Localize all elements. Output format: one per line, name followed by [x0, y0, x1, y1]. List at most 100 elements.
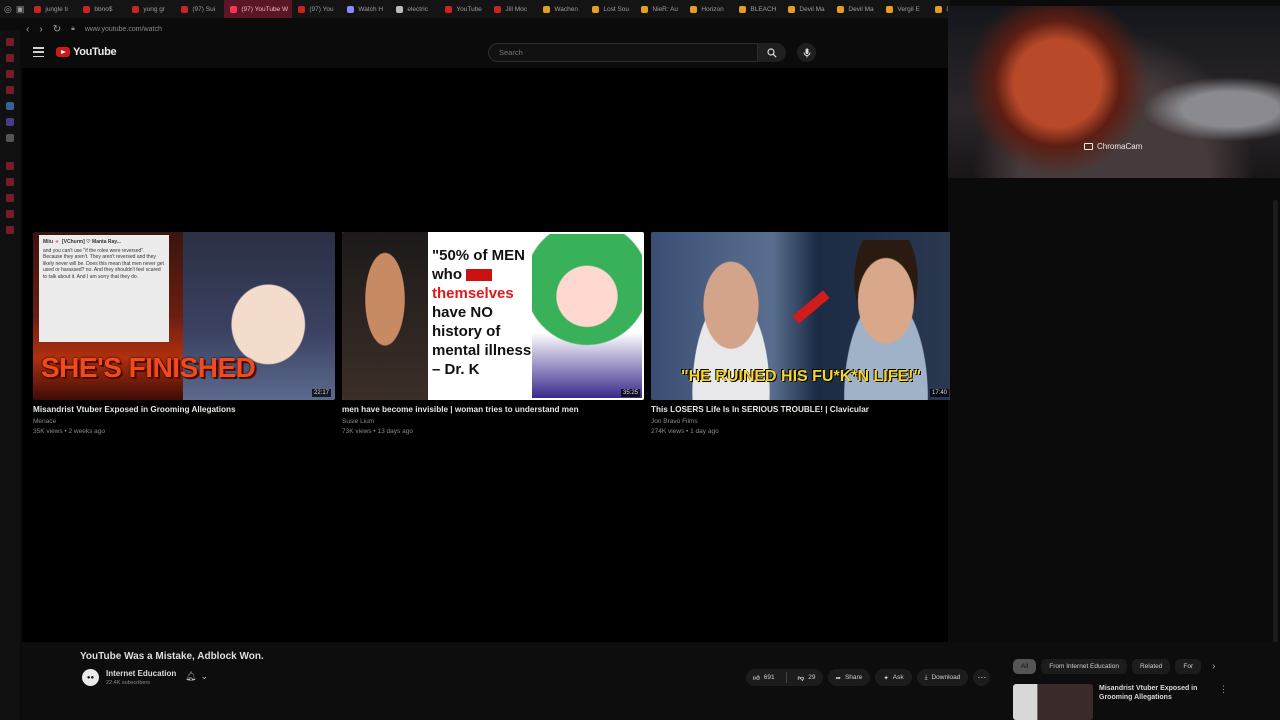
end-screen-video-3[interactable]: "HE RUINED HIS FU*K*N LIFE!" 17:40 This … [651, 232, 953, 436]
browser-tab[interactable]: Vergil E [880, 0, 929, 18]
sidebar-icon-clock[interactable] [6, 194, 14, 202]
channel-name[interactable]: Susie Lium [342, 417, 644, 427]
browser-tab[interactable]: bbno$ [77, 0, 126, 18]
tab-favicon-icon [739, 5, 747, 13]
video-title[interactable]: This LOSERS Life Is In SERIOUS TROUBLE! … [651, 405, 953, 414]
more-actions-button[interactable]: ⋯ [973, 669, 991, 686]
notification-bell-button[interactable]: 🔔︎ ⌄ [185, 671, 208, 682]
share-icon: ➦ [835, 674, 841, 682]
sidebar-icon-history[interactable] [6, 38, 14, 46]
sidebar-icon-x[interactable] [6, 134, 14, 142]
tab-favicon-icon [298, 5, 306, 13]
channel-name[interactable]: Jon Bravo Films [651, 417, 953, 427]
channel-name[interactable]: Menace [33, 417, 335, 427]
voice-search-button[interactable] [797, 43, 816, 62]
sidebar-icon-settings[interactable] [6, 226, 14, 234]
dislike-button[interactable]: 👎︎ 29 [791, 669, 823, 686]
browser-tab[interactable]: (97) Sui [175, 0, 224, 18]
tab-favicon-icon [230, 5, 238, 13]
tab-favicon-icon [445, 5, 453, 13]
tab-favicon-icon [494, 5, 502, 13]
browser-tab[interactable]: BLEACH [733, 0, 782, 18]
thumbnail-caption: SHE'S FINISHED [41, 352, 256, 383]
browser-tab[interactable]: Wachen [537, 0, 586, 18]
chip-from-channel[interactable]: From Internet Education [1041, 659, 1127, 674]
tab-favicon-icon [83, 5, 91, 13]
browser-tab-strip: ◎ ▣ jungle ti bbno$ yung gr (97) Sui (97) Yo… [0, 0, 969, 18]
tab-favicon-icon [886, 5, 894, 13]
tab-label: jungle ti [45, 5, 68, 13]
youtube-play-icon [56, 47, 70, 57]
ask-button[interactable]: ✦ Ask [875, 669, 912, 686]
sidebar-icon-reader[interactable] [6, 86, 14, 94]
scrollbar[interactable] [1273, 200, 1278, 650]
video-title[interactable]: Misandrist Vtuber Exposed in Grooming Al… [33, 405, 335, 414]
end-screen-video-1[interactable]: Miiu 🍬 [VChurm] ♡ Manta Ray... and you c… [33, 232, 335, 436]
reload-icon[interactable]: ↻ [53, 24, 61, 35]
video-thumbnail[interactable]: "HE RUINED HIS FU*K*N LIFE!" 17:40 [651, 232, 953, 400]
browser-tab[interactable]: Horizon [684, 0, 733, 18]
browser-tab[interactable]: Jill Moc [488, 0, 537, 18]
download-icon: ⤓ [924, 673, 928, 681]
chip-related[interactable]: Related [1131, 659, 1171, 674]
chip-all[interactable]: All [1013, 659, 1037, 674]
chip-for-you[interactable]: For [1175, 659, 1202, 674]
sidebar-icon-bookmarks[interactable] [6, 54, 14, 62]
channel-name[interactable]: Internet Education [106, 669, 176, 678]
browser-tab[interactable]: Devil Ma [831, 0, 880, 18]
browser-tab[interactable]: Watch H [341, 0, 390, 18]
lock-icon: 🔒︎ [71, 25, 75, 32]
sidebar-icon-extensions[interactable] [6, 210, 14, 218]
tab-favicon-icon [788, 5, 796, 13]
tweet-screenshot: Miiu 🍬 [VChurm] ♡ Manta Ray... and you c… [39, 235, 169, 342]
search-button[interactable] [758, 43, 786, 62]
like-button[interactable]: 👍︎ 691 [746, 669, 782, 686]
tab-label: electric [407, 5, 428, 13]
browser-menu-icon[interactable]: ◎ [4, 2, 12, 16]
download-button[interactable]: ⤓ Download [916, 669, 969, 686]
sidebar-icon-twitch[interactable] [6, 118, 14, 126]
youtube-logo[interactable]: YouTube [56, 46, 117, 58]
browser-tab[interactable]: (97) YouTube W [224, 0, 293, 18]
browser-tab[interactable]: yung gr [126, 0, 175, 18]
kebab-menu-icon[interactable]: ⋮ [1219, 684, 1228, 720]
url-field[interactable]: www.youtube.com/watch [85, 26, 162, 33]
browser-tab[interactable]: YouTube [439, 0, 488, 18]
end-screen-video-2[interactable]: "50% of MEN who themselves have NO histo… [342, 232, 644, 436]
video-thumbnail[interactable]: Miiu 🍬 [VChurm] ♡ Manta Ray... and you c… [33, 232, 335, 400]
person-photo [342, 232, 428, 400]
back-icon[interactable]: ‹ [26, 24, 29, 35]
tab-label: Horizon [701, 5, 724, 13]
address-bar: ‹ › ↻ 🔒︎ www.youtube.com/watch [20, 20, 950, 38]
browser-tab[interactable]: Lost Sou [586, 0, 635, 18]
menu-icon[interactable] [33, 47, 44, 57]
forward-icon[interactable]: › [39, 24, 42, 35]
tab-label: Jill Moc [505, 5, 528, 13]
share-button[interactable]: ➦ Share [827, 669, 871, 686]
sidebar-icon-music[interactable] [6, 162, 14, 170]
browser-tab[interactable]: electric [390, 0, 439, 18]
up-next-item[interactable]: Misandrist Vtuber Exposed in Grooming Al… [1013, 684, 1228, 720]
browser-tab[interactable]: jungle ti [28, 0, 77, 18]
browser-tab[interactable]: NieR: Au [635, 0, 684, 18]
tab-label: NieR: Au [652, 5, 679, 13]
up-next-title[interactable]: Misandrist Vtuber Exposed in Grooming Al… [1099, 684, 1209, 720]
tab-overview-icon[interactable]: ▣ [16, 2, 25, 16]
search-input[interactable]: Search [488, 43, 758, 62]
tab-label: bbno$ [94, 5, 113, 13]
tab-label: Watch H [358, 5, 384, 13]
up-next-thumbnail[interactable] [1013, 684, 1093, 720]
chevron-right-icon[interactable]: › [1212, 661, 1215, 672]
browser-tab[interactable]: Devil Ma [782, 0, 831, 18]
sidebar-icon-a[interactable] [6, 102, 14, 110]
sidebar-icon-messages[interactable] [6, 70, 14, 78]
browser-tab[interactable]: (97) You [292, 0, 341, 18]
duration-badge: 35:25 [620, 389, 640, 397]
duration-badge: 22:17 [311, 389, 331, 397]
video-title[interactable]: men have become invisible | woman tries … [342, 405, 644, 414]
sidebar-icon-play[interactable] [6, 178, 14, 186]
tab-favicon-icon [641, 5, 649, 13]
channel-avatar[interactable]: ●● [82, 669, 99, 686]
video-thumbnail[interactable]: "50% of MEN who themselves have NO histo… [342, 232, 644, 400]
video-meta: 73K views • 13 days ago [342, 427, 413, 435]
